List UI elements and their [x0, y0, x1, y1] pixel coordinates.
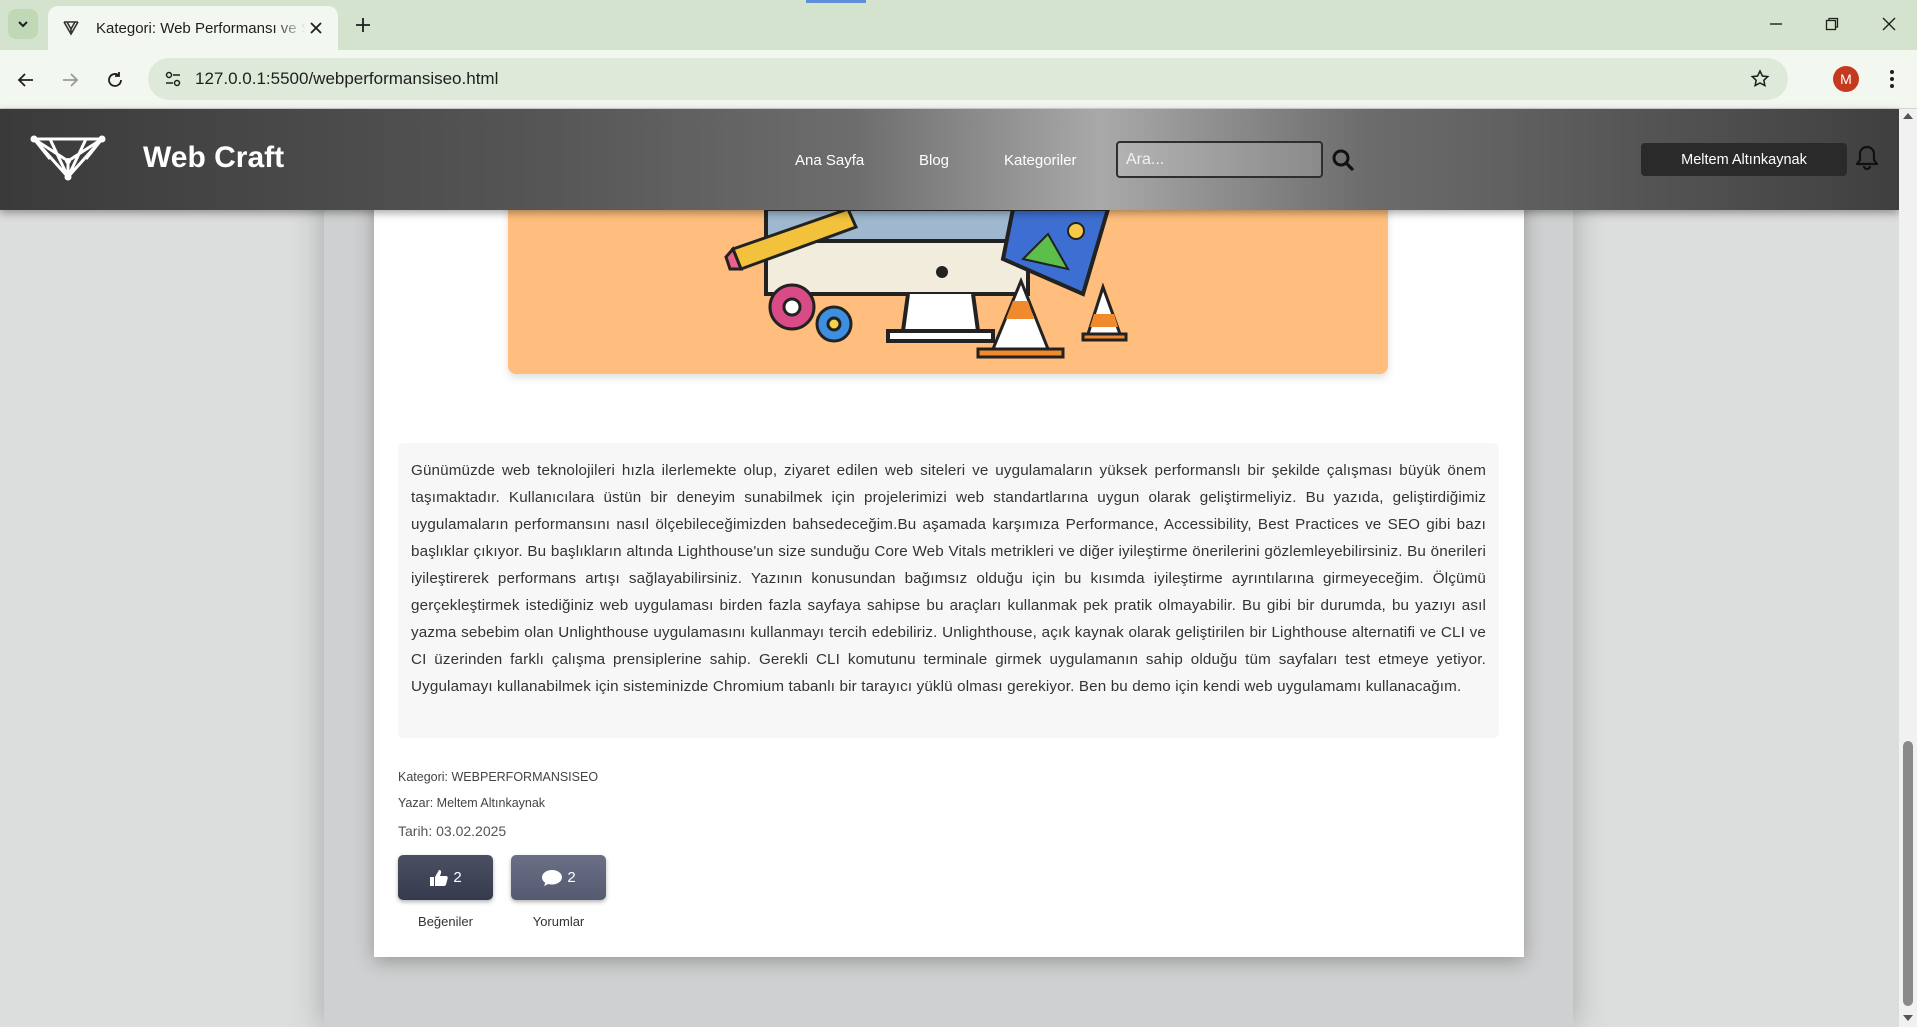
post-category: Kategori: WEBPERFORMANSISEO	[398, 770, 599, 784]
chevron-down-icon	[18, 21, 28, 28]
tab-search-button[interactable]	[8, 9, 38, 39]
browser-toolbar: 127.0.0.1:5500/webperformansiseo.html M	[0, 50, 1917, 109]
likes-label: Beğeniler	[418, 914, 473, 929]
browser-tab-strip: Kategori: Web Performansı ve SEO	[0, 0, 1917, 50]
scroll-down-arrow-icon[interactable]	[1903, 1015, 1913, 1021]
url-text: 127.0.0.1:5500/webperformansiseo.html	[195, 69, 499, 88]
page-viewport: Günümüzde web teknolojileri hızla ilerle…	[0, 109, 1917, 1027]
article-body: Günümüzde web teknolojileri hızla ilerle…	[398, 443, 1499, 738]
minimize-button[interactable]	[1762, 10, 1790, 38]
arrow-left-icon	[17, 73, 33, 87]
scroll-up-arrow-icon[interactable]	[1903, 113, 1913, 119]
site-header: Web Craft Ana Sayfa Blog Kategoriler Mel…	[0, 109, 1899, 210]
notifications-button[interactable]	[1852, 143, 1882, 173]
comment-count: 2	[567, 869, 576, 886]
plus-icon	[356, 18, 370, 32]
restore-button[interactable]	[1818, 10, 1846, 38]
like-button[interactable]: 2	[398, 855, 493, 900]
bookmark-star-icon[interactable]	[1748, 67, 1772, 91]
search-input[interactable]	[1116, 141, 1323, 178]
page-scrollbar[interactable]	[1899, 109, 1917, 1027]
forward-button[interactable]	[55, 65, 85, 95]
profile-avatar[interactable]: M	[1833, 66, 1859, 92]
comments-label: Yorumlar	[532, 914, 585, 929]
scrollbar-thumb[interactable]	[1903, 741, 1913, 1006]
comment-icon	[542, 869, 563, 886]
more-vertical-icon	[1890, 70, 1894, 88]
arrow-right-icon	[63, 73, 79, 87]
tab-title: Kategori: Web Performansı ve SEO	[96, 19, 306, 37]
site-info-icon[interactable]	[160, 66, 186, 92]
browser-menu-button[interactable]	[1878, 65, 1906, 93]
web-craft-favicon-icon	[60, 17, 82, 39]
tab-strip-accent	[806, 0, 866, 3]
article-text: Günümüzde web teknolojileri hızla ilerle…	[411, 462, 1486, 695]
web-craft-logo-icon[interactable]	[30, 133, 106, 183]
post-author: Yazar: Meltem Altınkaynak	[398, 796, 546, 810]
back-button[interactable]	[11, 65, 41, 95]
new-tab-button[interactable]	[350, 12, 376, 38]
site-brand[interactable]: Web Craft	[143, 141, 284, 175]
thumbs-up-icon	[430, 869, 449, 886]
reload-button[interactable]	[100, 65, 130, 95]
post-date: Tarih: 03.02.2025	[398, 823, 507, 839]
user-menu-button[interactable]: Meltem Altınkaynak	[1641, 143, 1847, 176]
tab-close-icon[interactable]	[306, 18, 326, 38]
nav-blog[interactable]: Blog	[919, 152, 949, 169]
browser-tab[interactable]: Kategori: Web Performansı ve SEO	[48, 6, 338, 50]
search-icon	[1332, 149, 1354, 171]
bell-icon	[1855, 145, 1879, 171]
restore-icon	[1825, 17, 1839, 31]
reload-icon	[108, 72, 122, 87]
close-window-button[interactable]	[1875, 10, 1903, 38]
minimize-icon	[1770, 23, 1782, 25]
like-count: 2	[453, 869, 462, 886]
comment-button[interactable]: 2	[511, 855, 606, 900]
search-button[interactable]	[1330, 147, 1356, 173]
close-icon	[1882, 17, 1896, 31]
nav-categories[interactable]: Kategoriler	[1004, 152, 1077, 169]
nav-home[interactable]: Ana Sayfa	[795, 152, 864, 169]
address-bar[interactable]: 127.0.0.1:5500/webperformansiseo.html	[148, 58, 1788, 100]
